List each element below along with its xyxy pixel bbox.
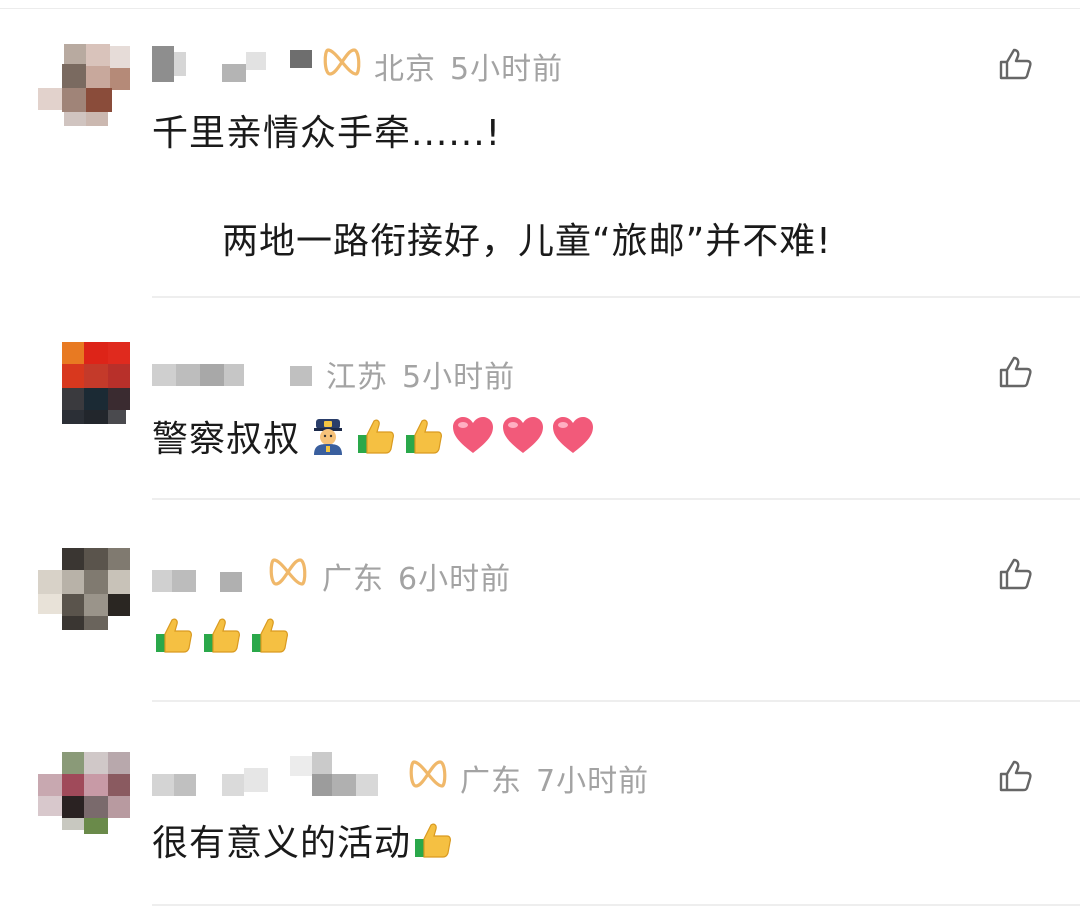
comment-text-line2: 两地一路衔接好，儿童“旅邮”并不难! (222, 221, 832, 262)
comment-text: 很有意义的活动 (152, 823, 412, 864)
comment-divider (152, 904, 1080, 906)
avatar[interactable] (38, 752, 130, 834)
username-blurred[interactable] (152, 752, 392, 796)
comment-body: 很有意义的活动 (152, 814, 459, 866)
heart-emoji (503, 417, 544, 453)
comment-divider (152, 700, 1080, 702)
like-icon[interactable] (997, 354, 1033, 390)
like-icon[interactable] (997, 758, 1033, 794)
timestamp: 5小时前 (402, 360, 516, 395)
like-icon[interactable] (997, 46, 1033, 82)
vip-badge-icon (409, 760, 447, 788)
comment-text: 千里亲情众手牵......! (152, 113, 502, 154)
top-divider (0, 8, 1080, 9)
timestamp: 7小时前 (536, 764, 650, 799)
comment-meta: 广东 7小时前 (460, 756, 649, 800)
thumbs-up-emoji (252, 618, 288, 653)
thumbs-up-emoji (204, 618, 240, 653)
heart-emoji (453, 417, 494, 453)
thumbs-up-emoji (406, 419, 442, 454)
location-text: 广东 (322, 562, 384, 597)
comment-body (152, 612, 296, 659)
location-text: 广东 (460, 764, 522, 799)
vip-badge-icon (269, 558, 307, 586)
username-blurred[interactable] (152, 356, 322, 392)
comment-body: 警察叔叔 (152, 410, 600, 462)
comment-meta: 广东 6小时前 (322, 554, 511, 598)
comment-text: 警察叔叔 (152, 419, 301, 460)
like-icon[interactable] (997, 556, 1033, 592)
thumbs-up-emoji (415, 823, 451, 858)
avatar[interactable] (38, 342, 130, 424)
thumbs-up-emoji (156, 618, 192, 653)
thumbs-up-emoji (358, 419, 394, 454)
location-text: 北京 (374, 52, 436, 87)
heart-emoji (553, 417, 594, 453)
avatar[interactable] (38, 548, 130, 630)
police-officer-emoji (314, 419, 343, 455)
username-blurred[interactable] (152, 556, 262, 592)
timestamp: 6小时前 (398, 562, 512, 597)
comment-meta: 北京 5小时前 (374, 44, 563, 88)
location-text: 江苏 (326, 360, 388, 395)
avatar[interactable] (38, 44, 130, 126)
comment-meta: 江苏 5小时前 (326, 352, 515, 396)
vip-badge-icon (323, 48, 361, 76)
comment-divider (152, 296, 1080, 298)
comment-divider (152, 498, 1080, 500)
timestamp: 5小时前 (450, 52, 564, 87)
username-blurred[interactable] (152, 46, 322, 82)
